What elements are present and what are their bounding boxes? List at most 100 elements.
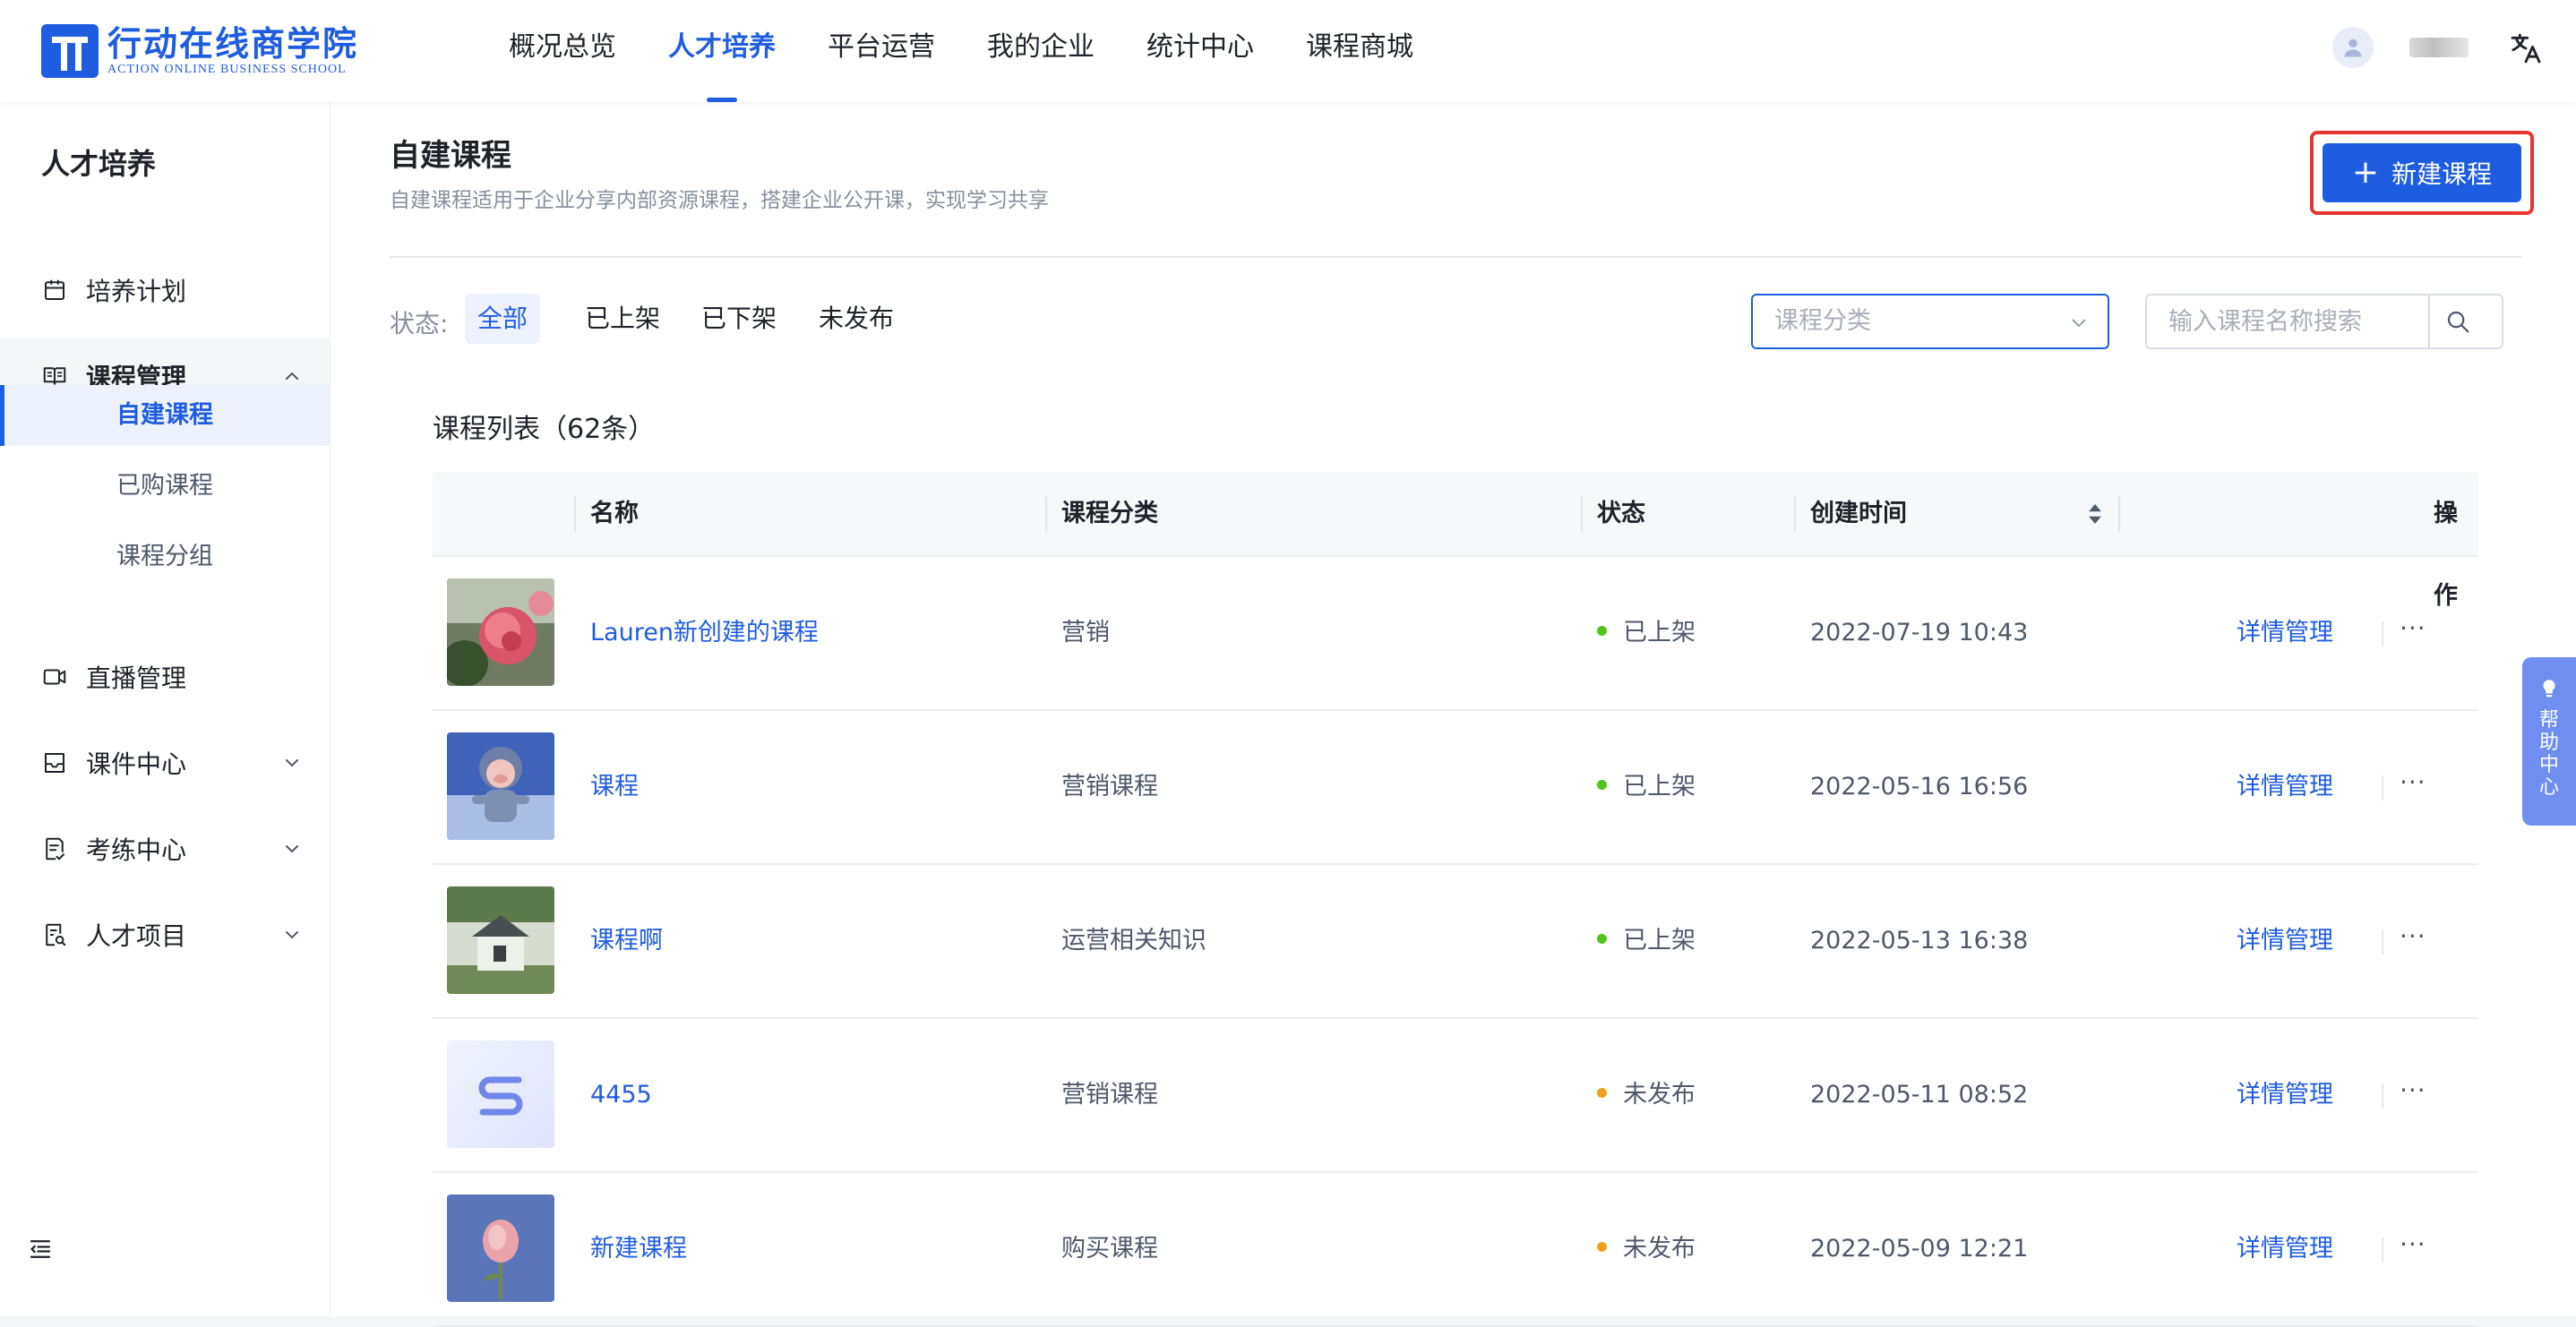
more-actions-icon[interactable]: ··· [2400, 865, 2426, 1017]
more-actions-icon[interactable]: ··· [2400, 1173, 2426, 1325]
user-icon [2344, 39, 2362, 57]
course-category: 营销 [1061, 619, 1110, 646]
status-badge: 已上架 [1597, 557, 1696, 709]
collapse-sidebar-icon[interactable] [27, 1236, 54, 1263]
sidebar-title: 人才培养 [41, 147, 157, 181]
sidebar: 人才培养 培养计划 课程管理 自建课程 已购课程 课程分组 直播管理 课件中心 … [0, 102, 331, 1316]
created-time: 2022-07-19 10:43 [1810, 619, 2029, 646]
plus-icon: + [2351, 154, 2380, 191]
category-select[interactable]: 课程分类 [1751, 294, 2109, 349]
sidebar-item-label: 人才项目 [86, 921, 187, 951]
chevron-up-icon [286, 372, 298, 380]
search-button[interactable] [2428, 295, 2486, 347]
status-filter-label: 状态: [390, 309, 449, 338]
column-category: 课程分类 [1061, 500, 1158, 527]
help-center-tab[interactable]: 帮助中心 [2522, 657, 2576, 826]
status-badge: 未发布 [1597, 1173, 1696, 1325]
lightbulb-icon [2543, 680, 2555, 698]
course-category: 营销课程 [1061, 1081, 1158, 1109]
column-actions: 操作 [2434, 500, 2458, 610]
new-course-button[interactable]: + 新建课程 [2323, 143, 2521, 202]
nav-overview[interactable]: 概况总览 [509, 0, 616, 102]
status-badge: 已上架 [1597, 865, 1696, 1017]
nav-course-mall[interactable]: 课程商城 [1306, 0, 1413, 102]
course-category: 营销课程 [1061, 773, 1158, 800]
chevron-down-icon [286, 845, 298, 853]
main-content: 自建课程 自建课程适用于企业分享内部资源课程，搭建企业公开课，实现学习共享 + … [331, 102, 2576, 1327]
course-name-link[interactable]: Lauren新创建的课程 [590, 557, 819, 709]
status-dot [1597, 780, 1607, 790]
created-time: 2022-05-16 16:56 [1810, 773, 2029, 800]
sidebar-item-label: 考练中心 [86, 835, 187, 865]
username-blurred[interactable] [2409, 38, 2469, 57]
nav-talent-development[interactable]: 人才培养 [668, 0, 776, 102]
divider [390, 256, 2521, 258]
course-table: 名称 课程分类 状态 创建时间 操作 Lauren新创建的课程 营销 已上架 2… [433, 473, 2478, 1327]
detail-manage-link[interactable]: 详情管理 [2237, 1019, 2333, 1171]
pink-flower-photo-thumbnail [447, 1194, 554, 1302]
inbox-icon [41, 749, 68, 776]
s-logo-placeholder-thumbnail [447, 1040, 554, 1148]
course-name-link[interactable]: 课程啊 [590, 865, 663, 1017]
main-nav: 概况总览 人才培养 平台运营 我的企业 统计中心 课程商城 [509, 0, 1465, 102]
sidebar-item-training-plan[interactable]: 培养计划 [0, 253, 330, 328]
sidebar-sub-purchased-courses[interactable]: 已购课程 [0, 456, 330, 517]
created-time: 2022-05-09 12:21 [1810, 1235, 2029, 1263]
created-time: 2022-05-13 16:38 [1810, 927, 2029, 955]
sort-icon[interactable] [2085, 501, 2105, 527]
nav-platform-operations[interactable]: 平台运营 [828, 0, 935, 102]
status-dot [1597, 934, 1607, 944]
status-tab-online[interactable]: 已上架 [572, 294, 673, 344]
translate-icon[interactable] [2508, 30, 2544, 66]
sidebar-item-label: 培养计划 [86, 277, 187, 306]
sidebar-item-exam-center[interactable]: 考练中心 [0, 811, 330, 886]
course-category: 运营相关知识 [1061, 927, 1206, 955]
sidebar-sub-self-built-courses[interactable]: 自建课程 [0, 385, 330, 446]
status-dot [1597, 1242, 1607, 1252]
course-name-link[interactable]: 新建课程 [590, 1173, 687, 1325]
more-actions-icon[interactable]: ··· [2400, 1019, 2426, 1171]
avatar[interactable] [2332, 27, 2374, 68]
pig-toy-photo-thumbnail [447, 732, 554, 840]
exam-icon [41, 835, 68, 862]
nav-my-company[interactable]: 我的企业 [987, 0, 1095, 102]
detail-manage-link[interactable]: 详情管理 [2237, 557, 2333, 709]
detail-manage-link[interactable]: 详情管理 [2237, 711, 2333, 863]
search-input[interactable] [2147, 295, 2428, 347]
page-title: 自建课程 [390, 138, 511, 174]
sidebar-item-live-management[interactable]: 直播管理 [0, 639, 330, 715]
logo-subtitle: ACTION ONLINE BUSINESS SCHOOL [107, 63, 347, 76]
help-center-label: 帮助中心 [2538, 709, 2559, 799]
search-box [2145, 294, 2503, 349]
detail-manage-link[interactable]: 详情管理 [2237, 865, 2333, 1017]
sidebar-item-label: 直播管理 [86, 664, 187, 693]
detail-manage-link[interactable]: 详情管理 [2237, 1173, 2333, 1325]
course-name-link[interactable]: 4455 [590, 1019, 652, 1171]
status-badge: 未发布 [1597, 1019, 1696, 1171]
nav-statistics[interactable]: 统计中心 [1146, 0, 1254, 102]
sidebar-item-courseware-center[interactable]: 课件中心 [0, 725, 330, 800]
table-row: 课程 营销课程 已上架 2022-05-16 16:56 详情管理 ··· [433, 711, 2478, 865]
sidebar-sub-course-groups[interactable]: 课程分组 [0, 527, 330, 587]
status-tab-offline[interactable]: 已下架 [689, 294, 789, 344]
course-name-link[interactable]: 课程 [590, 711, 639, 863]
logo-title: 行动在线商学院 [107, 24, 359, 64]
calendar-icon [41, 277, 68, 304]
logo[interactable]: 行动在线商学院 ACTION ONLINE BUSINESS SCHOOL [41, 21, 358, 81]
table-header: 名称 课程分类 状态 创建时间 操作 [433, 473, 2478, 610]
status-dot [1597, 626, 1607, 636]
chevron-down-icon [286, 759, 298, 767]
column-name: 名称 [590, 500, 639, 527]
sidebar-item-label: 课件中心 [86, 749, 187, 779]
more-actions-icon[interactable]: ··· [2400, 557, 2426, 709]
column-created-time[interactable]: 创建时间 [1810, 473, 1907, 555]
status-badge: 已上架 [1597, 711, 1696, 863]
logo-mark-icon [41, 24, 99, 78]
status-tab-unpublished[interactable]: 未发布 [806, 294, 906, 344]
status-tab-all[interactable]: 全部 [465, 294, 541, 344]
sidebar-item-talent-projects[interactable]: 人才项目 [0, 897, 330, 972]
more-actions-icon[interactable]: ··· [2400, 711, 2426, 863]
status-dot [1597, 1088, 1607, 1098]
table-row: 新建课程 购买课程 未发布 2022-05-09 12:21 详情管理 ··· [433, 1173, 2478, 1327]
column-status: 状态 [1597, 500, 1645, 527]
